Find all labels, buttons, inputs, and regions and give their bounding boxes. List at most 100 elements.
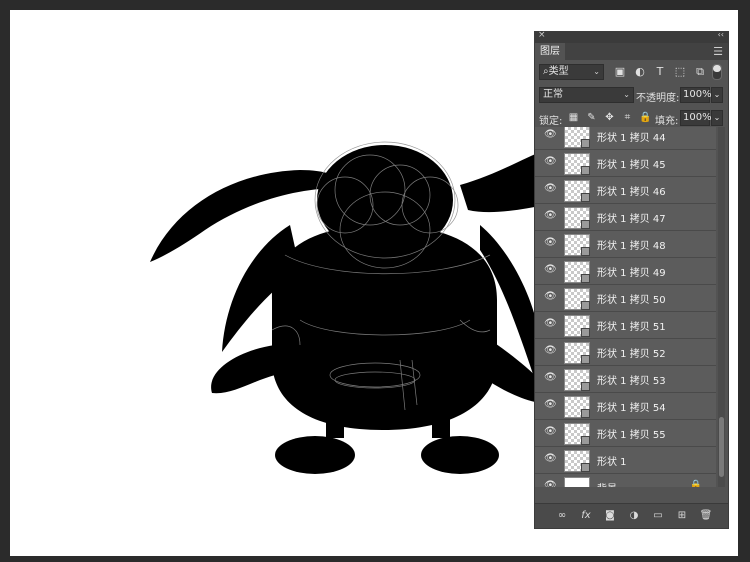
layer-name: 形状 1 拷贝 44 [597, 133, 666, 144]
chevron-down-icon[interactable]: ⌄ [711, 110, 723, 126]
shape-layer-badge-icon [581, 328, 590, 337]
eye-visibility-icon[interactable]: 👁 [544, 238, 557, 248]
lock-position-icon[interactable]: ✥ [603, 111, 616, 124]
lock-icon: 🔒 [689, 480, 702, 487]
eye-visibility-icon[interactable]: 👁 [544, 211, 557, 221]
layer-list-scrollbar[interactable] [718, 127, 725, 487]
layer-thumbnail [564, 423, 590, 445]
layer-row[interactable]: 👁 形状 1 拷贝 54 [535, 393, 716, 420]
shape-layer-badge-icon [581, 436, 590, 445]
layer-thumbnail [564, 369, 590, 391]
shape-filter-icon[interactable]: ⬚ [673, 65, 687, 79]
filter-kind-select[interactable]: ⌕类型 ⌄ [539, 64, 604, 80]
shape-layer-badge-icon [581, 220, 590, 229]
opacity-value: 100% [683, 89, 712, 100]
layer-name: 形状 1 拷贝 49 [597, 268, 666, 279]
eye-visibility-icon[interactable]: 👁 [544, 481, 557, 488]
layer-thumbnail [564, 153, 590, 175]
layer-row[interactable]: 👁 形状 1 拷贝 46 [535, 177, 716, 204]
shape-layer-badge-icon [581, 301, 590, 310]
layer-thumbnail [564, 315, 590, 337]
eye-visibility-icon[interactable]: 👁 [544, 373, 557, 383]
layer-row[interactable]: 👁 背景 🔒 [535, 474, 716, 487]
adjustment-filter-icon[interactable]: ◐ [633, 65, 647, 79]
scrollbar-thumb[interactable] [719, 417, 724, 477]
tab-layers[interactable]: 图层 [535, 43, 565, 60]
filter-row: ⌕类型 ⌄ ▣ ◐ T ⬚ ⧉ [535, 62, 728, 83]
eye-visibility-icon[interactable]: 👁 [544, 157, 557, 167]
lock-all-icon[interactable]: 🔒 [639, 111, 652, 124]
artboard-icon[interactable]: ⌗ [621, 111, 634, 124]
layer-name: 形状 1 拷贝 48 [597, 241, 666, 252]
layer-name: 形状 1 拷贝 53 [597, 376, 666, 387]
new-layer-icon[interactable]: ⊞ [675, 509, 689, 523]
layer-thumbnail [564, 234, 590, 256]
lock-image-icon[interactable]: ✎ [585, 111, 598, 124]
lock-label: 锁定: [539, 116, 563, 127]
layer-row[interactable]: 👁 形状 1 拷贝 52 [535, 339, 716, 366]
eye-visibility-icon[interactable]: 👁 [544, 319, 557, 329]
layer-thumbnail [564, 342, 590, 364]
layer-row[interactable]: 👁 形状 1 拷贝 50 [535, 285, 716, 312]
fx-icon[interactable]: fx [579, 509, 593, 523]
delete-layer-icon[interactable]: 🗑 [699, 509, 713, 523]
layer-thumbnail [564, 180, 590, 202]
shape-layer-badge-icon [581, 139, 590, 148]
layer-name: 形状 1 拷贝 51 [597, 322, 666, 333]
chevron-down-icon[interactable]: ⌄ [711, 87, 723, 103]
layer-name: 形状 1 拷贝 45 [597, 160, 666, 171]
filter-kind-label: 类型 [548, 66, 569, 77]
link-layers-icon[interactable]: ∞ [555, 509, 569, 523]
layer-row[interactable]: 👁 形状 1 拷贝 55 [535, 420, 716, 447]
eye-visibility-icon[interactable]: 👁 [544, 292, 557, 302]
smart-object-filter-icon[interactable]: ⧉ [693, 65, 707, 79]
eye-visibility-icon[interactable]: 👁 [544, 454, 557, 464]
fill-input[interactable]: 100% ⌄ [680, 110, 723, 126]
add-mask-icon[interactable]: ◙ [603, 509, 617, 523]
blend-mode-select[interactable]: 正常 ⌄ [539, 87, 634, 103]
shape-layer-badge-icon [581, 247, 590, 256]
layer-row[interactable]: 👁 形状 1 拷贝 48 [535, 231, 716, 258]
layer-thumbnail [564, 450, 590, 472]
lock-row: 锁定: ▦ ✎ ✥ ⌗ 🔒 填充: 100% ⌄ [535, 108, 728, 129]
shape-layer-badge-icon [581, 409, 590, 418]
layer-thumbnail [564, 127, 590, 148]
eye-visibility-icon[interactable]: 👁 [544, 130, 557, 140]
opacity-label: 不透明度: [636, 93, 680, 104]
fill-label: 填充: [655, 116, 679, 127]
fill-value: 100% [683, 112, 712, 123]
layer-row[interactable]: 👁 形状 1 拷贝 53 [535, 366, 716, 393]
layer-row[interactable]: 👁 形状 1 拷贝 47 [535, 204, 716, 231]
layer-thumbnail [564, 207, 590, 229]
new-group-icon[interactable]: ▭ [651, 509, 665, 523]
layer-thumbnail [564, 477, 590, 487]
shape-layer-badge-icon [581, 274, 590, 283]
panel-tabbar: 图层 ☰ [535, 43, 728, 60]
eye-visibility-icon[interactable]: 👁 [544, 184, 557, 194]
panel-menu-icon[interactable]: ☰ [713, 45, 723, 58]
eye-visibility-icon[interactable]: 👁 [544, 427, 557, 437]
collapse-icon[interactable]: ‹‹ [718, 30, 724, 39]
layer-name: 形状 1 拷贝 55 [597, 430, 666, 441]
filter-toggle[interactable] [712, 64, 722, 80]
blend-row: 正常 ⌄ 不透明度: 100% ⌄ [535, 85, 728, 106]
layer-row[interactable]: 👁 形状 1 拷贝 45 [535, 150, 716, 177]
layer-name: 背景 [597, 480, 617, 487]
layer-name: 形状 1 拷贝 52 [597, 349, 666, 360]
layer-row[interactable]: 👁 形状 1 拷贝 44 [535, 127, 716, 150]
layer-row[interactable]: 👁 形状 1 拷贝 51 [535, 312, 716, 339]
close-icon[interactable]: × [538, 30, 546, 40]
layer-name: 形状 1 拷贝 46 [597, 187, 666, 198]
opacity-input[interactable]: 100% ⌄ [680, 87, 723, 103]
eye-visibility-icon[interactable]: 👁 [544, 346, 557, 356]
type-filter-icon[interactable]: T [653, 65, 667, 79]
lock-transparent-icon[interactable]: ▦ [567, 111, 580, 124]
layer-name: 形状 1 拷贝 47 [597, 214, 666, 225]
eye-visibility-icon[interactable]: 👁 [544, 400, 557, 410]
adjustment-layer-icon[interactable]: ◑ [627, 509, 641, 523]
image-filter-icon[interactable]: ▣ [613, 65, 627, 79]
layer-row[interactable]: 👁 形状 1 拷贝 49 [535, 258, 716, 285]
eye-visibility-icon[interactable]: 👁 [544, 265, 557, 275]
layer-row[interactable]: 👁 形状 1 [535, 447, 716, 474]
shape-layer-badge-icon [581, 193, 590, 202]
